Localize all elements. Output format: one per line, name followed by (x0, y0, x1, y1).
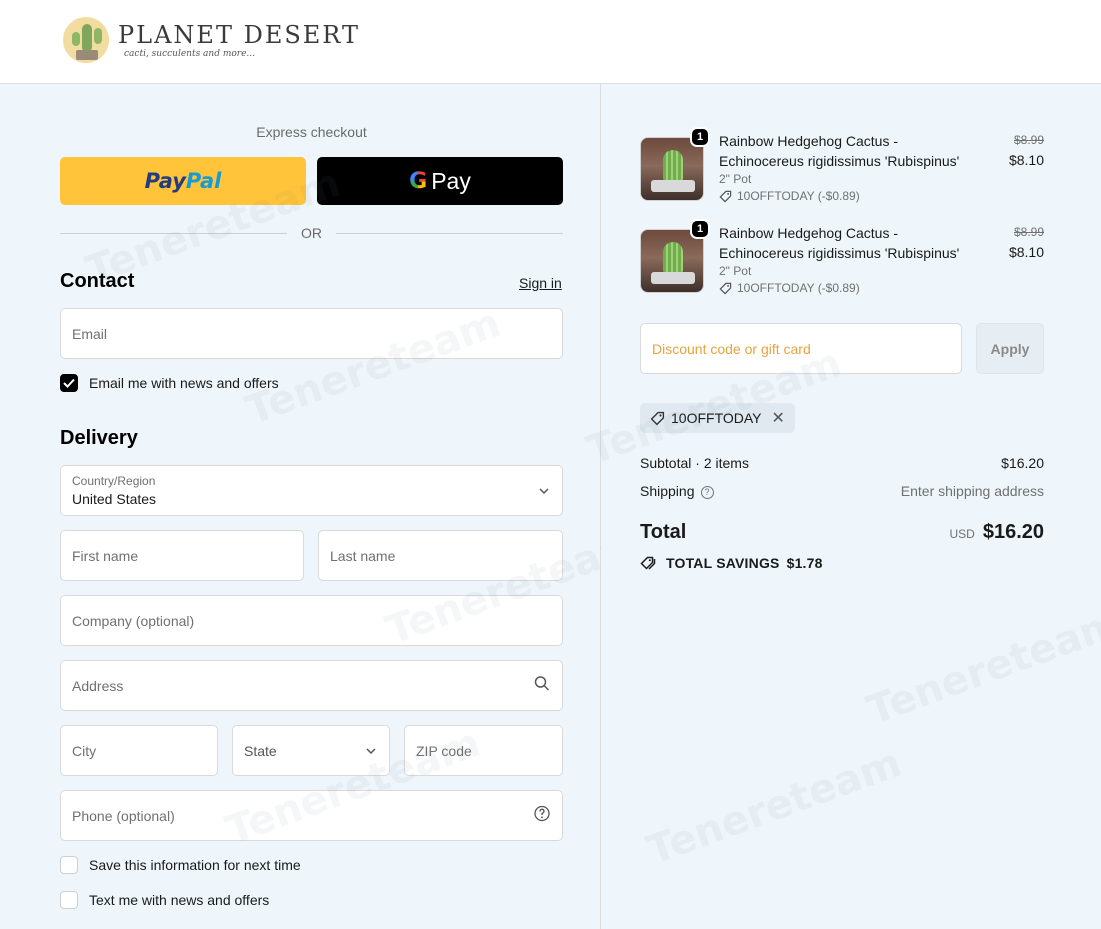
apply-discount-button[interactable]: Apply (976, 323, 1044, 374)
discount-code-input[interactable]: Discount code or gift card (640, 323, 962, 374)
country-value: United States (72, 491, 157, 507)
or-divider: OR (60, 224, 563, 242)
original-price: $8.99 (1013, 225, 1044, 239)
total-row: Total USD $16.20 (640, 521, 1044, 544)
first-name-field[interactable]: First name (60, 530, 304, 581)
brand-tagline: cacti, succulents and more... (124, 49, 256, 59)
zip-field[interactable]: ZIP code (404, 725, 563, 776)
remove-discount-icon[interactable]: ✕ (772, 408, 785, 428)
paypal-label-pal: Pal (185, 169, 222, 193)
phone-field[interactable]: Phone (optional) (60, 790, 563, 841)
tags-icon (640, 556, 656, 570)
email-news-label: Email me with news and offers (89, 375, 279, 391)
chevron-down-icon (365, 742, 377, 760)
cactus-logo-icon (62, 16, 112, 64)
shipping-value: Enter shipping address (900, 483, 1044, 499)
applied-code: 10OFFTODAY (671, 410, 762, 426)
contact-title: Contact (60, 270, 135, 292)
total-label: Total (640, 521, 687, 543)
shipping-row: Shipping? Enter shipping address (640, 483, 1044, 499)
applied-discount-chip: 10OFFTODAY ✕ (640, 403, 795, 433)
country-select[interactable]: Country/Region United States (60, 465, 563, 516)
address-field[interactable]: Address (60, 660, 563, 711)
subtotal-value: $16.20 (1001, 455, 1044, 471)
order-summary-panel: 1 Rainbow Hedgehog Cactus - Echinocereus… (581, 84, 1101, 929)
google-g-icon: G (409, 168, 428, 194)
currency-code: USD (949, 527, 975, 541)
email-news-checkbox-row[interactable]: Email me with news and offers (60, 374, 279, 392)
item-discount: 10OFFTODAY (-$0.89) (719, 189, 860, 203)
city-field[interactable]: City (60, 725, 218, 776)
watermark: Tenereteam (641, 739, 908, 875)
discounted-price: $8.10 (1008, 244, 1044, 260)
item-discount: 10OFFTODAY (-$0.89) (719, 281, 860, 295)
total-value: $16.20 (982, 521, 1044, 543)
email-news-checkbox[interactable] (60, 374, 78, 392)
paypal-label-pay: Pay (144, 169, 186, 193)
subtotal-label: Subtotal · 2 items (640, 455, 749, 471)
google-pay-button[interactable]: G Pay (317, 157, 563, 205)
save-info-checkbox[interactable] (60, 856, 78, 874)
total-savings: TOTAL SAVINGS $1.78 (640, 555, 823, 571)
state-select[interactable]: State (232, 725, 390, 776)
product-name: Rainbow Hedgehog Cactus - Echinocereus r… (719, 133, 960, 169)
savings-label: TOTAL SAVINGS (666, 555, 780, 571)
company-field[interactable]: Company (optional) (60, 595, 563, 646)
save-info-checkbox-row[interactable]: Save this information for next time (60, 856, 301, 874)
tag-icon (719, 190, 732, 202)
product-variant: 2" Pot (719, 172, 752, 186)
express-checkout-label: Express checkout (256, 124, 367, 140)
savings-value: $1.78 (786, 555, 823, 571)
quantity-badge: 1 (690, 127, 710, 147)
header: PLANET DESERT cacti, succulents and more… (0, 0, 1101, 84)
product-variant: 2" Pot (719, 264, 752, 278)
discounted-price: $8.10 (1008, 152, 1044, 168)
quantity-badge: 1 (690, 219, 710, 239)
subtotal-row: Subtotal · 2 items $16.20 (640, 455, 1044, 471)
original-price: $8.99 (1013, 133, 1044, 147)
tag-icon (719, 282, 732, 294)
product-name: Rainbow Hedgehog Cactus - Echinocereus r… (719, 225, 960, 261)
help-circle-icon[interactable]: ? (700, 485, 714, 499)
brand-name: PLANET DESERT (118, 21, 360, 49)
paypal-button[interactable]: Pay Pal (60, 157, 306, 205)
watermark: Tenereteam (861, 599, 1101, 735)
text-news-checkbox-row[interactable]: Text me with news and offers (60, 891, 269, 909)
gpay-label: Pay (431, 167, 471, 194)
text-news-checkbox[interactable] (60, 891, 78, 909)
store-logo[interactable]: PLANET DESERT cacti, succulents and more… (62, 16, 360, 64)
email-field[interactable]: Email (60, 308, 563, 359)
email-placeholder: Email (72, 325, 108, 342)
country-label: Country/Region (72, 474, 156, 488)
check-icon (63, 378, 75, 388)
cart-item: 1 Rainbow Hedgehog Cactus - Echinocereus… (640, 127, 1044, 211)
chevron-down-icon (538, 482, 550, 500)
search-icon (534, 675, 550, 696)
last-name-field[interactable]: Last name (318, 530, 563, 581)
delivery-title: Delivery (60, 427, 138, 449)
cart-item: 1 Rainbow Hedgehog Cactus - Echinocereus… (640, 219, 1044, 303)
help-circle-icon[interactable] (534, 805, 550, 826)
checkout-form-panel: Express checkout Pay Pal G Pay OR Contact … (0, 84, 646, 929)
sign-in-link[interactable]: Sign in (519, 275, 562, 291)
shipping-label: Shipping (640, 483, 695, 499)
tag-icon (650, 411, 665, 425)
